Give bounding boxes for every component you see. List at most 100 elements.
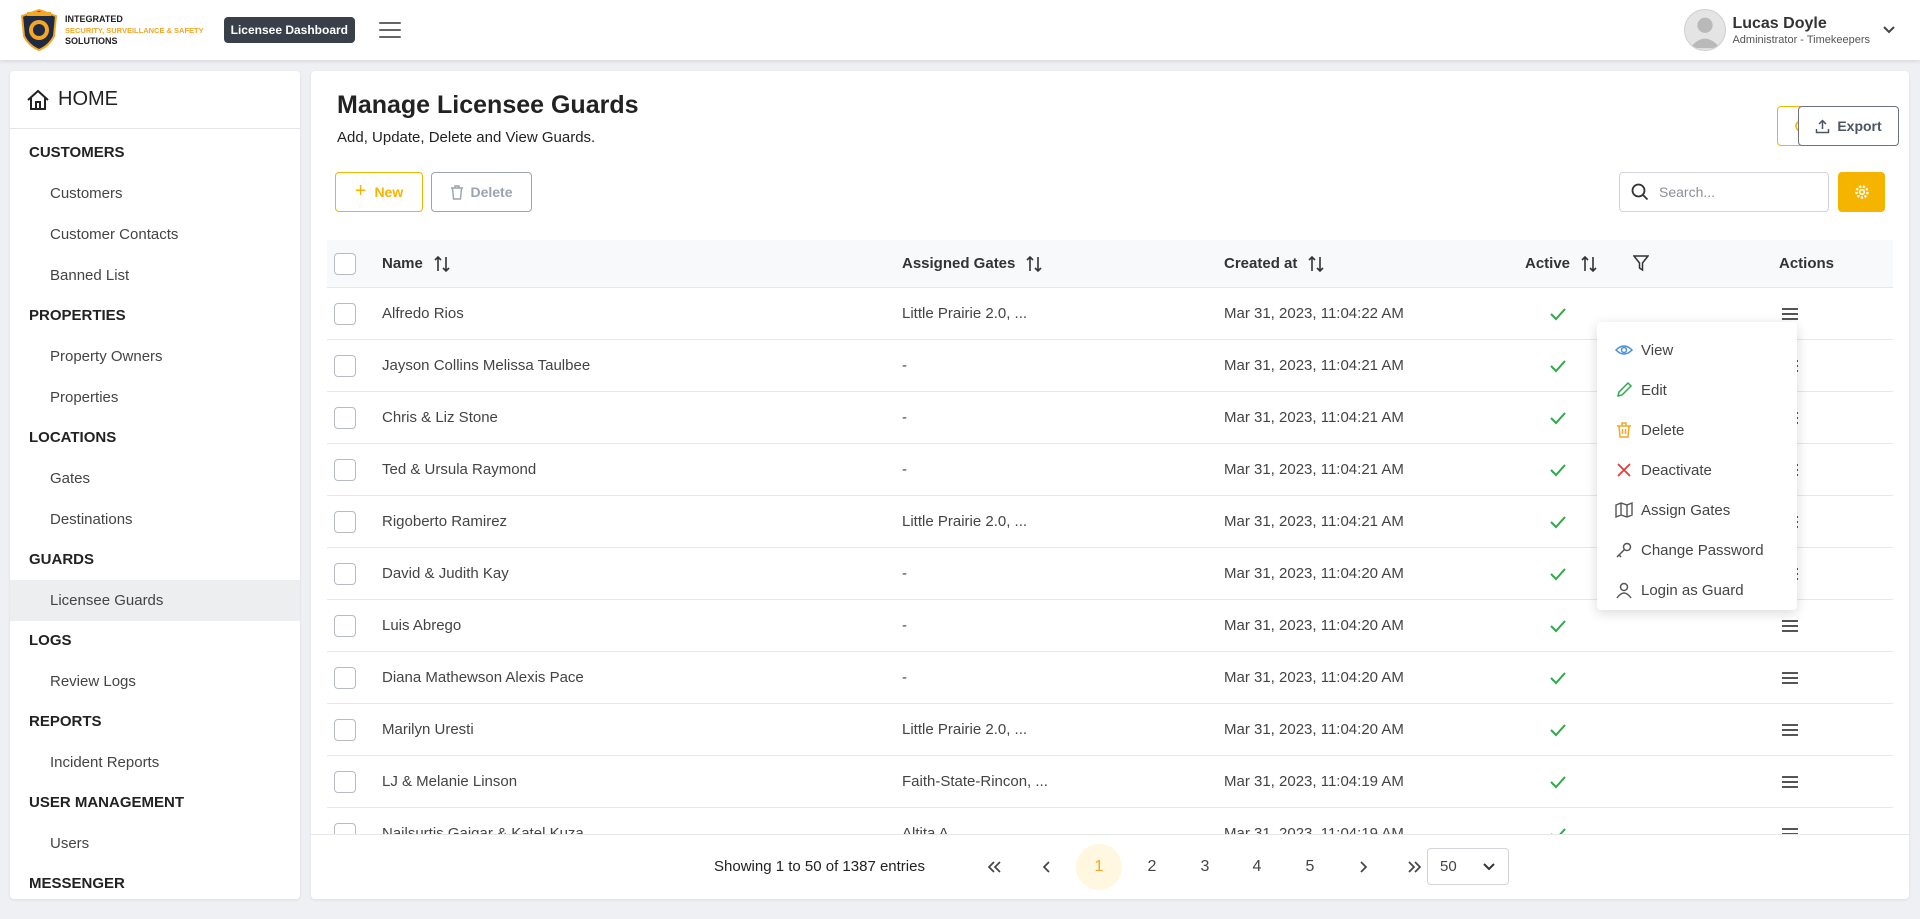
delete-button[interactable]: Delete bbox=[431, 172, 532, 212]
next-page-button[interactable] bbox=[1340, 844, 1386, 890]
row-actions-icon[interactable] bbox=[1782, 307, 1798, 320]
pencil-icon bbox=[1615, 381, 1641, 399]
sidebar-section-guards: GUARDS bbox=[29, 551, 95, 568]
sidebar-item-banned-list[interactable]: Banned List bbox=[10, 255, 300, 296]
guard-name: Alfredo Rios bbox=[382, 305, 464, 322]
sidebar-item-destinations[interactable]: Destinations bbox=[10, 499, 300, 540]
page-button-1[interactable]: 1 bbox=[1076, 844, 1122, 890]
sort-icon[interactable] bbox=[1307, 255, 1325, 273]
page-button-2[interactable]: 2 bbox=[1129, 844, 1175, 890]
first-page-button[interactable] bbox=[971, 844, 1017, 890]
search-input[interactable] bbox=[1659, 184, 1819, 200]
chevrons-right-icon bbox=[1408, 861, 1422, 873]
check-icon bbox=[1550, 359, 1566, 372]
row-checkbox[interactable] bbox=[334, 406, 356, 429]
menu-item-login-as-guard[interactable]: Login as Guard bbox=[1597, 570, 1797, 610]
chevrons-left-icon bbox=[987, 861, 1001, 873]
menu-item-delete[interactable]: Delete bbox=[1597, 410, 1797, 450]
created-at: Mar 31, 2023, 11:04:20 AM bbox=[1224, 565, 1404, 582]
logo-line-3: SOLUTIONS bbox=[65, 35, 118, 46]
row-checkbox[interactable] bbox=[334, 614, 356, 637]
settings-button[interactable] bbox=[1838, 172, 1885, 212]
guard-name: Chris & Liz Stone bbox=[382, 409, 498, 426]
sidebar-item-customers[interactable]: Customers bbox=[10, 173, 300, 214]
per-page-value: 50 bbox=[1440, 858, 1457, 875]
page-button-3[interactable]: 3 bbox=[1182, 844, 1228, 890]
row-actions-icon[interactable] bbox=[1782, 775, 1798, 788]
assigned-gates: - bbox=[902, 461, 907, 478]
row-actions-icon[interactable] bbox=[1782, 619, 1798, 632]
column-header-gates: Assigned Gates bbox=[902, 255, 1016, 272]
page-button-5[interactable]: 5 bbox=[1287, 844, 1333, 890]
sidebar-item-gates[interactable]: Gates bbox=[10, 458, 300, 499]
menu-item-change-password[interactable]: Change Password bbox=[1597, 530, 1797, 570]
menu-item-edit[interactable]: Edit bbox=[1597, 370, 1797, 410]
check-icon bbox=[1550, 411, 1566, 424]
row-actions-icon[interactable] bbox=[1782, 723, 1798, 736]
row-checkbox[interactable] bbox=[334, 302, 356, 325]
chevron-down-icon[interactable] bbox=[1882, 25, 1896, 35]
assigned-gates: - bbox=[902, 617, 907, 634]
user-menu[interactable]: Lucas Doyle Administrator - Timekeepers bbox=[1684, 9, 1896, 51]
shield-logo-icon bbox=[20, 8, 58, 52]
check-icon bbox=[1550, 567, 1566, 580]
created-at: Mar 31, 2023, 11:04:20 AM bbox=[1224, 721, 1404, 738]
row-checkbox[interactable] bbox=[334, 770, 356, 793]
row-checkbox[interactable] bbox=[334, 510, 356, 533]
check-icon bbox=[1550, 619, 1566, 632]
sort-icon[interactable] bbox=[1580, 255, 1598, 273]
sidebar-item-customer-contacts[interactable]: Customer Contacts bbox=[10, 214, 300, 255]
row-checkbox[interactable] bbox=[334, 458, 356, 481]
menu-item-assign-gates[interactable]: Assign Gates bbox=[1597, 490, 1797, 530]
row-checkbox[interactable] bbox=[334, 718, 356, 741]
column-header-active: Active bbox=[1525, 255, 1571, 272]
menu-item-deactivate[interactable]: Deactivate bbox=[1597, 450, 1797, 490]
guard-name: Rigoberto Ramirez bbox=[382, 513, 508, 530]
created-at: Mar 31, 2023, 11:04:21 AM bbox=[1224, 357, 1404, 374]
per-page-select[interactable]: 50 bbox=[1427, 848, 1509, 885]
sidebar-item-licensee-guards[interactable]: Licensee Guards bbox=[10, 580, 300, 621]
sidebar-item-users[interactable]: Users bbox=[10, 823, 300, 864]
top-bar: INTEGRATED SECURITY, SURVEILLANCE & SAFE… bbox=[0, 0, 1920, 60]
sidebar-item-incident-reports[interactable]: Incident Reports bbox=[10, 742, 300, 783]
created-at: Mar 31, 2023, 11:04:21 AM bbox=[1224, 461, 1404, 478]
export-button[interactable]: Export bbox=[1798, 106, 1899, 146]
check-icon bbox=[1550, 671, 1566, 684]
menu-item-label: View bbox=[1641, 341, 1674, 359]
row-checkbox[interactable] bbox=[334, 354, 356, 377]
logo[interactable]: INTEGRATED SECURITY, SURVEILLANCE & SAFE… bbox=[19, 8, 204, 52]
row-actions-icon[interactable] bbox=[1782, 671, 1798, 684]
sort-icon[interactable] bbox=[1025, 255, 1043, 273]
avatar[interactable] bbox=[1684, 9, 1727, 51]
prev-page-button[interactable] bbox=[1024, 844, 1070, 890]
assigned-gates: Little Prairie 2.0, ... bbox=[902, 513, 1028, 530]
sidebar-item-property-owners[interactable]: Property Owners bbox=[10, 336, 300, 377]
table-row[interactable]: LJ & Melanie Linson Faith-State-Rincon, .… bbox=[327, 756, 1893, 808]
sidebar-item-review-logs[interactable]: Review Logs bbox=[10, 661, 300, 702]
dashboard-badge[interactable]: Licensee Dashboard bbox=[223, 17, 356, 43]
sidebar: HOME CUSTOMERS Customers Customer Contac… bbox=[10, 71, 300, 899]
row-checkbox[interactable] bbox=[334, 666, 356, 689]
assigned-gates: Little Prairie 2.0, ... bbox=[902, 305, 1028, 322]
sort-icon[interactable] bbox=[433, 255, 451, 273]
sidebar-section-properties: PROPERTIES bbox=[29, 307, 126, 324]
sidebar-item-properties[interactable]: Properties bbox=[10, 377, 300, 418]
new-button[interactable]: + New bbox=[335, 172, 423, 212]
assigned-gates: Faith-State-Rincon, ... bbox=[902, 773, 1048, 790]
pagination-bar: Showing 1 to 50 of 1387 entries 1 2 3 4 … bbox=[311, 834, 1909, 899]
menu-item-view[interactable]: View bbox=[1597, 330, 1797, 370]
menu-toggle-icon[interactable] bbox=[379, 22, 402, 38]
created-at: Mar 31, 2023, 11:04:22 AM bbox=[1224, 305, 1404, 322]
filter-icon[interactable] bbox=[1633, 255, 1649, 272]
sidebar-section-logs: LOGS bbox=[29, 632, 72, 649]
table-row[interactable]: Marilyn Uresti Little Prairie 2.0, ... Mar… bbox=[327, 704, 1893, 756]
sidebar-home[interactable]: HOME bbox=[10, 71, 300, 129]
row-checkbox[interactable] bbox=[334, 562, 356, 585]
select-all-checkbox[interactable] bbox=[334, 252, 356, 275]
table-row[interactable]: Diana Mathewson Alexis Pace - Mar 31, 2023… bbox=[327, 652, 1893, 704]
guard-name: Ted & Ursula Raymond bbox=[382, 461, 537, 478]
guard-name: Jayson Collins Melissa Taulbee bbox=[382, 357, 591, 374]
guard-name: Marilyn Uresti bbox=[382, 721, 474, 738]
page-button-4[interactable]: 4 bbox=[1234, 844, 1280, 890]
chevron-right-icon bbox=[1360, 861, 1368, 873]
